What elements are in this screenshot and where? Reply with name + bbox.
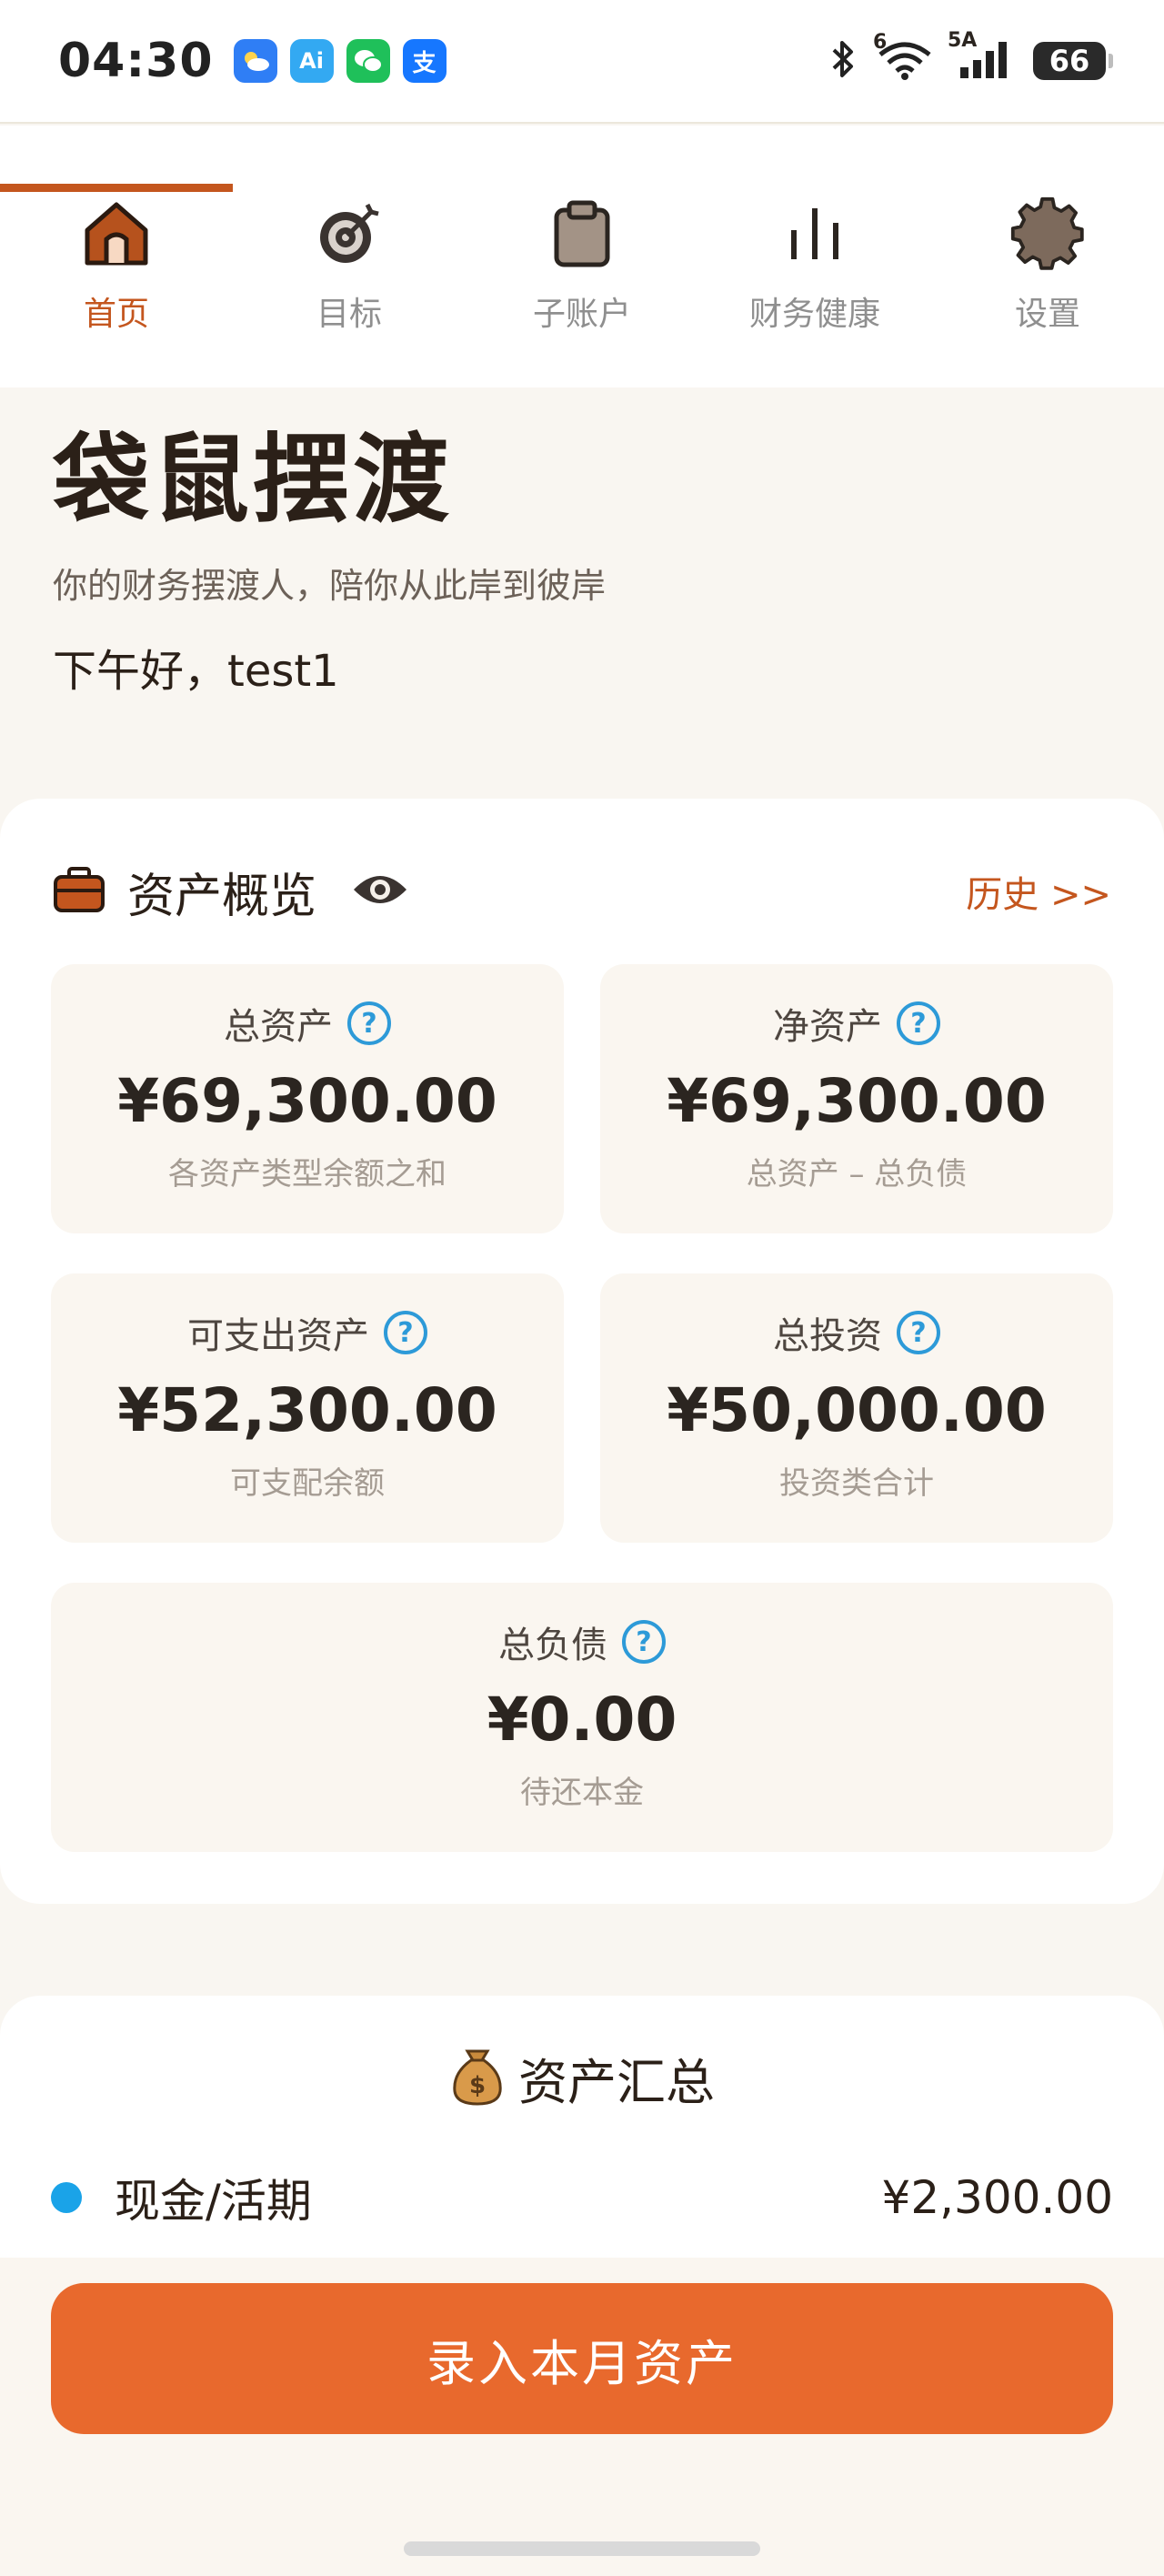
metric-label-row: 可支出资产 ? (187, 1306, 427, 1359)
help-icon[interactable]: ? (897, 1001, 940, 1045)
help-icon[interactable]: ? (622, 1620, 666, 1664)
metric-total-investment: 总投资 ? ¥50,000.00 投资类合计 (600, 1273, 1113, 1543)
hero-section: 袋鼠摆渡 你的财务摆渡人，陪你从此岸到彼岸 下午好，test1 (53, 424, 1108, 699)
network-label: 5A (948, 29, 978, 52)
help-icon[interactable]: ? (384, 1311, 427, 1354)
bluetooth-icon (829, 39, 857, 83)
home-indicator[interactable] (404, 2541, 760, 2556)
summary-row-label: 现金/活期 (115, 2175, 312, 2228)
nav-label-home: 首页 (83, 296, 149, 333)
asset-summary-title: 资产汇总 (518, 2053, 715, 2111)
ai-icon: Ai (289, 39, 334, 83)
metric-label: 净资产 (773, 1006, 882, 1048)
metric-label: 总资产 (224, 1006, 333, 1048)
money-bag-icon: $ (449, 2046, 506, 2109)
help-icon[interactable]: ? (347, 1001, 391, 1045)
metric-value: ¥69,300.00 (667, 1066, 1047, 1136)
target-icon (308, 193, 390, 275)
nav-label-financial-health: 财务健康 (748, 296, 880, 333)
asset-summary-card: $ 资产汇总 现金/活期 ¥2,300.00 (0, 1996, 1164, 2269)
nav-label-subaccounts: 子账户 (532, 296, 631, 333)
asset-summary-header: $ 资产汇总 (0, 2041, 1164, 2114)
metric-desc: 投资类合计 (779, 1465, 934, 1502)
metric-value: ¥0.00 (487, 1685, 677, 1755)
asset-overview-header: 资产概览 历史 >> (53, 855, 1111, 928)
eye-icon[interactable] (351, 870, 409, 913)
nav-item-financial-health[interactable]: 财务健康 (698, 126, 931, 387)
metric-label: 总负债 (498, 1625, 607, 1666)
metric-value: ¥69,300.00 (117, 1066, 497, 1136)
wifi-label: 6 (873, 31, 888, 54)
top-nav: 首页 目标 子账户 财务健康 设置 (0, 126, 1164, 387)
nav-item-home[interactable]: 首页 (0, 126, 233, 387)
clipboard-icon (541, 193, 623, 275)
briefcase-icon (53, 866, 105, 917)
summary-row-cash[interactable]: 现金/活期 ¥2,300.00 (51, 2161, 1113, 2234)
weather-icon (233, 39, 277, 83)
nav-item-settings[interactable]: 设置 (931, 126, 1164, 387)
metric-total-liabilities: 总负债 ? ¥0.00 待还本金 (51, 1583, 1113, 1852)
bar-chart-icon (774, 193, 856, 275)
nav-item-subaccounts[interactable]: 子账户 (466, 126, 698, 387)
alipay-icon: 支 (402, 39, 447, 83)
metric-label-row: 总资产 ? (224, 997, 391, 1050)
category-dot (51, 2182, 82, 2213)
nav-label-settings: 设置 (1014, 296, 1080, 333)
nav-item-goals[interactable]: 目标 (233, 126, 466, 387)
help-icon[interactable]: ? (897, 1311, 940, 1354)
metric-label: 总投资 (773, 1315, 882, 1357)
home-icon (75, 193, 157, 275)
app-subtitle: 你的财务摆渡人，陪你从此岸到彼岸 (53, 565, 607, 606)
history-link[interactable]: 历史 >> (966, 865, 1111, 918)
metric-desc: 可支配余额 (230, 1465, 385, 1502)
greeting-text: 下午好，test1 (53, 645, 339, 697)
record-monthly-assets-button[interactable]: 录入本月资产 (51, 2283, 1113, 2434)
metric-desc: 待还本金 (520, 1775, 644, 1811)
gear-icon (1007, 193, 1089, 275)
status-time: 04:30 (58, 34, 214, 88)
metric-label-row: 净资产 ? (773, 997, 940, 1050)
summary-row-value: ¥2,300.00 (881, 2171, 1113, 2224)
metric-label: 可支出资产 (187, 1315, 369, 1357)
metric-value: ¥50,000.00 (667, 1375, 1047, 1445)
asset-overview-title: 资产概览 (127, 869, 317, 924)
metric-total-assets: 总资产 ? ¥69,300.00 各资产类型余额之和 (51, 964, 564, 1233)
metric-label-row: 总负债 ? (498, 1615, 666, 1668)
status-bar: 04:30 Ai 支 6 5A 66 (0, 0, 1164, 124)
metric-desc: 各资产类型余额之和 (168, 1156, 447, 1192)
cellular-signal-icon: 5A (948, 29, 1013, 84)
metric-desc: 总资产 – 总负债 (746, 1156, 968, 1192)
asset-overview-card: 资产概览 历史 >> 总资产 ? ¥69,300.00 各资产类型余额之和 净资… (0, 799, 1164, 1904)
metric-label-row: 总投资 ? (773, 1306, 940, 1359)
metric-net-assets: 净资产 ? ¥69,300.00 总资产 – 总负债 (600, 964, 1113, 1233)
battery-indicator: 66 (1033, 42, 1113, 80)
status-app-icons: Ai 支 (233, 39, 447, 83)
wifi-icon: 6 (873, 31, 933, 84)
wechat-icon (346, 39, 390, 83)
status-indicators: 6 5A 66 (829, 29, 1113, 84)
metric-value: ¥52,300.00 (117, 1375, 497, 1445)
app-title: 袋鼠摆渡 (53, 424, 453, 536)
metric-spendable-assets: 可支出资产 ? ¥52,300.00 可支配余额 (51, 1273, 564, 1543)
nav-label-goals: 目标 (316, 296, 382, 333)
svg-text:$: $ (469, 2072, 486, 2099)
bottom-action-bar: 录入本月资产 (0, 2258, 1164, 2576)
